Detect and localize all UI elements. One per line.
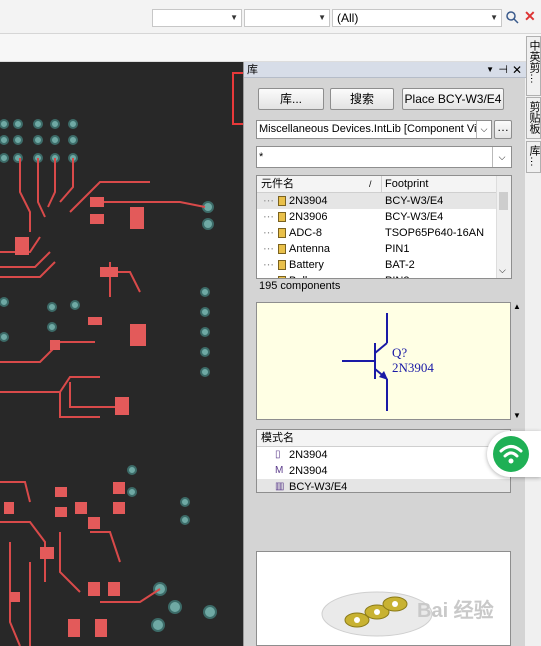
footprint-model-icon: ▥ xyxy=(275,481,285,492)
component-icon xyxy=(278,212,286,222)
component-row[interactable]: ⋯ Bell PIN2 xyxy=(257,273,499,278)
col-name-header[interactable]: 元件名 xyxy=(261,176,294,192)
model-row[interactable]: ▯ 2N3904 xyxy=(257,447,510,463)
footprint-3d-preview: Bai 经验 xyxy=(256,551,511,646)
panel-menu-icon[interactable]: ▼ xyxy=(486,62,494,78)
search-button[interactable]: 搜索 xyxy=(330,88,394,110)
panel-title: 库 xyxy=(247,64,258,76)
scroll-up-icon[interactable]: ▲ xyxy=(513,302,521,311)
scrollbar-thumb[interactable] xyxy=(499,192,508,210)
close-icon[interactable]: ✕ xyxy=(512,62,522,78)
spice-model-icon: M xyxy=(275,465,284,476)
tree-connector: ⋯ xyxy=(263,195,274,207)
component-name: Antenna xyxy=(289,243,330,255)
tree-connector: ⋯ xyxy=(263,243,274,255)
filter-value: * xyxy=(259,151,264,163)
sidetab-1[interactable]: 剪贴板 xyxy=(526,97,541,139)
component-row[interactable]: ⋯ Battery BAT-2 xyxy=(257,257,499,273)
component-row[interactable]: ⋯ 2N3906 BCY-W3/E4 xyxy=(257,209,499,225)
sidetab-2[interactable]: 库… xyxy=(526,141,541,173)
pin-icon[interactable]: ⊣ xyxy=(498,62,508,78)
chevron-down-icon: ⌵ xyxy=(476,121,491,138)
chevron-down-icon: ▼ xyxy=(490,13,498,22)
toolbar-combo-1[interactable]: ▼ xyxy=(152,9,242,27)
library-button[interactable]: 库... xyxy=(258,88,324,110)
tree-connector: ⋯ xyxy=(263,211,274,223)
secondary-toolbar xyxy=(0,34,541,62)
component-name: Battery xyxy=(289,259,324,271)
wifi-icon xyxy=(493,436,529,472)
component-icon xyxy=(278,196,286,206)
toolbar-combo-2[interactable]: ▼ xyxy=(244,9,330,27)
toolbar-combo-all[interactable]: (All) ▼ xyxy=(332,9,502,27)
component-count: 195 components xyxy=(259,280,341,292)
col-footprint-header[interactable]: Footprint xyxy=(385,176,428,192)
chevron-down-icon: ▼ xyxy=(318,13,326,22)
model-row[interactable]: ▥ BCY-W3/E4 xyxy=(257,479,510,493)
chevron-down-icon: ⌵ xyxy=(492,147,511,167)
component-name: ADC-8 xyxy=(289,227,323,239)
floating-wifi-widget[interactable] xyxy=(487,431,541,477)
preview-designator: Q? xyxy=(392,345,407,360)
scroll-down-icon[interactable]: ▼ xyxy=(513,411,521,420)
column-divider xyxy=(381,176,382,192)
component-footprint: BCY-W3/E4 xyxy=(385,195,444,207)
transistor-symbol: Q? 2N3904 xyxy=(342,313,434,411)
component-list-header: 元件名 / Footprint xyxy=(257,176,499,193)
component-icon xyxy=(278,244,286,254)
sidetab-0[interactable]: 中英剪… xyxy=(526,36,541,96)
model-name: BCY-W3/E4 xyxy=(289,481,348,493)
component-footprint: PIN1 xyxy=(385,243,410,255)
schematic-preview: Q? 2N3904 xyxy=(256,302,511,420)
sort-icon: / xyxy=(369,179,372,189)
filter-icon[interactable] xyxy=(505,10,519,24)
tree-connector: ⋯ xyxy=(263,273,274,278)
model-name: 2N3904 xyxy=(289,449,328,461)
signal-model-icon: ▯ xyxy=(275,449,281,460)
place-component-button[interactable]: Place BCY-W3/E4 xyxy=(402,88,504,110)
scroll-down-icon[interactable]: ⌵ xyxy=(499,265,506,276)
top-toolbar: ▼ ▼ (All) ▼ ✕ xyxy=(0,0,541,34)
component-footprint: TSOP65P640-16AN xyxy=(385,227,485,239)
col-model-name-header[interactable]: 模式名 xyxy=(261,430,294,446)
component-name: 2N3904 xyxy=(289,195,328,207)
library-select-value: Miscellaneous Devices.IntLib [Component … xyxy=(259,123,483,135)
component-footprint: PIN2 xyxy=(385,273,409,278)
clear-filter-icon[interactable]: ✕ xyxy=(524,9,538,23)
component-name: 2N3906 xyxy=(289,211,328,223)
component-list-scrollbar[interactable]: ⌵ xyxy=(496,176,511,278)
chevron-down-icon: ▼ xyxy=(230,13,238,22)
component-icon xyxy=(278,228,286,238)
watermark-text: Bai 经验 xyxy=(417,600,494,622)
model-name: 2N3904 xyxy=(289,465,328,477)
component-filter-input[interactable]: * ⌵ xyxy=(256,146,512,168)
library-options-button[interactable]: … xyxy=(494,120,512,139)
component-row[interactable]: ⋯ Antenna PIN1 xyxy=(257,241,499,257)
pcb-layout-graphic xyxy=(0,119,217,646)
library-select[interactable]: Miscellaneous Devices.IntLib [Component … xyxy=(256,120,492,139)
component-row[interactable]: ⋯ 2N3904 BCY-W3/E4 xyxy=(257,193,499,209)
model-row[interactable]: M 2N3904 xyxy=(257,463,510,479)
component-list: 元件名 / Footprint ⋯ 2N3904 BCY-W3/E4 ⋯ 2N3906 B… xyxy=(256,175,512,279)
pcb-editor-canvas[interactable] xyxy=(0,62,243,646)
panel-titlebar: 库 ▼ ⊣ ✕ xyxy=(244,62,526,78)
component-footprint: BAT-2 xyxy=(385,259,415,271)
preview-part: 2N3904 xyxy=(392,360,434,375)
tree-connector: ⋯ xyxy=(263,227,274,239)
library-panel: 库 ▼ ⊣ ✕ 库... 搜索 Place BCY-W3/E4 Miscella… xyxy=(243,62,526,646)
model-list-header: 模式名 xyxy=(257,430,510,447)
tree-connector: ⋯ xyxy=(263,259,274,271)
component-name: Bell xyxy=(289,273,307,278)
component-footprint: BCY-W3/E4 xyxy=(385,211,444,223)
component-icon xyxy=(278,276,286,278)
model-list: 模式名 ▯ 2N3904 M 2N3904 ▥ BCY-W3/E4 xyxy=(256,429,511,493)
component-row[interactable]: ⋯ ADC-8 TSOP65P640-16AN xyxy=(257,225,499,241)
preview-scroll[interactable]: ▲ ▼ xyxy=(512,302,524,420)
component-icon xyxy=(278,260,286,270)
combo-all-value: (All) xyxy=(337,11,359,25)
